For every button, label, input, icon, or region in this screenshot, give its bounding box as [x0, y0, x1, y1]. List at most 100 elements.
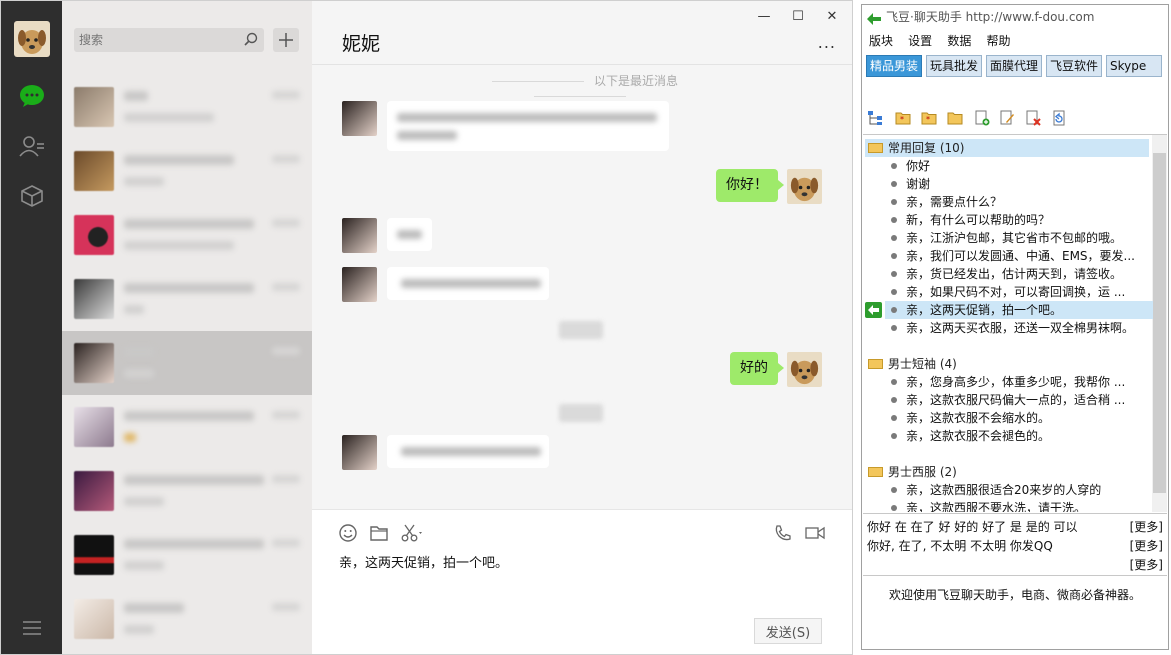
- search-input[interactable]: [74, 28, 224, 52]
- group-mens-tshirts[interactable]: 男士短袖 (4): [865, 355, 957, 373]
- assistant-titlebar: 飞豆·聊天助手 http://www.f-dou.com: [862, 5, 1168, 29]
- edit-group-icon[interactable]: *: [920, 109, 938, 127]
- reply-item[interactable]: 亲，江浙沪包邮，其它省市不包邮的哦。: [885, 229, 1153, 247]
- conversation-item[interactable]: [62, 459, 312, 523]
- edit-item-icon[interactable]: [998, 109, 1016, 127]
- insert-arrow-icon[interactable]: [865, 302, 882, 318]
- assistant-title: 飞豆·聊天助手 http://www.f-dou.com: [886, 10, 1095, 24]
- tab-feidou-software[interactable]: 飞豆软件: [1046, 55, 1103, 77]
- menu-blocks[interactable]: 版块: [869, 31, 893, 51]
- reply-text: 亲，这款衣服尺码偏大一点的，适合稍 ...: [906, 393, 1126, 407]
- tree-view-icon[interactable]: [866, 109, 884, 127]
- more-link[interactable]: [更多]: [1130, 537, 1163, 555]
- menu-help[interactable]: 帮助: [986, 31, 1010, 51]
- maximize-button[interactable]: ☐: [788, 7, 808, 27]
- reply-item[interactable]: 亲，这款衣服尺码偏大一点的，适合稍 ...: [885, 391, 1153, 409]
- favorites-icon[interactable]: [17, 181, 47, 211]
- conversation-item[interactable]: [62, 75, 312, 139]
- reply-item[interactable]: 亲，这两天买衣服，还送一双全棉男袜啊。: [885, 319, 1153, 337]
- contact-avatar: [74, 151, 114, 191]
- search-box[interactable]: [74, 28, 264, 52]
- reply-item[interactable]: 你好: [885, 157, 1153, 175]
- incoming-message[interactable]: [387, 218, 432, 251]
- reply-item[interactable]: 亲，这款西服很适合20来岁的人穿的: [885, 481, 1153, 499]
- tab-toy-wholesale[interactable]: 玩具批发: [926, 55, 983, 77]
- tab-mask-agent[interactable]: 面膜代理: [986, 55, 1043, 77]
- more-link[interactable]: [更多]: [1130, 518, 1163, 536]
- chat-pane: — ☐ ✕ 妮妮 ... 以下是最近消息 你好！ 好的 亲，这两天促销，拍一个吧…: [312, 1, 852, 654]
- reply-item-selected[interactable]: 亲，这两天促销，拍一个吧。: [885, 301, 1153, 319]
- minimize-button[interactable]: —: [754, 7, 774, 27]
- contact-avatar[interactable]: [342, 218, 377, 253]
- emoji-icon[interactable]: [339, 522, 357, 544]
- conversation-item[interactable]: [62, 587, 312, 651]
- conversation-item-selected[interactable]: [62, 331, 312, 395]
- add-chat-button[interactable]: [273, 28, 299, 52]
- close-button[interactable]: ✕: [822, 7, 842, 27]
- contact-avatar[interactable]: [342, 267, 377, 302]
- tab-skype[interactable]: Skype: [1106, 55, 1162, 77]
- reply-text: 亲，这两天促销，拍一个吧。: [906, 303, 1063, 317]
- contacts-icon[interactable]: [17, 131, 47, 161]
- quick-phrase-row[interactable]: 你好, 在了, 不太明 不太明 你发QQ: [867, 537, 1053, 555]
- menu-icon[interactable]: [17, 613, 47, 643]
- conversation-item[interactable]: [62, 267, 312, 331]
- folder-icon[interactable]: [370, 522, 388, 544]
- reply-text: 亲，江浙沪包邮，其它省市不包邮的哦。: [906, 231, 1123, 245]
- conversation-item[interactable]: [62, 523, 312, 587]
- reply-item[interactable]: 亲，我们可以发圆通、中通、EMS，要发...: [885, 247, 1153, 265]
- outgoing-message[interactable]: 好的: [730, 352, 784, 385]
- reply-item[interactable]: 新，有什么可以帮助的吗？: [885, 211, 1153, 229]
- composer-input[interactable]: 亲，这两天促销，拍一个吧。: [339, 552, 508, 571]
- conversation-item[interactable]: [62, 395, 312, 459]
- refresh-icon[interactable]: [1050, 109, 1068, 127]
- reply-text: 亲，这款西服不要水洗，请干洗。: [906, 501, 1087, 512]
- reply-text: 亲，这款衣服不会褪色的。: [906, 429, 1051, 443]
- quick-phrase-row[interactable]: 你好 在 在了 好 好的 好了 是 是的 可以: [867, 518, 1078, 536]
- outgoing-message[interactable]: 你好！: [716, 169, 784, 202]
- user-avatar[interactable]: [787, 352, 822, 387]
- search-icon[interactable]: [244, 32, 258, 50]
- scrollbar-thumb[interactable]: [1153, 153, 1166, 493]
- incoming-message[interactable]: [387, 101, 669, 151]
- new-group-icon[interactable]: *: [894, 109, 912, 127]
- more-options-button[interactable]: ...: [818, 33, 836, 52]
- reply-item[interactable]: 谢谢: [885, 175, 1153, 193]
- add-item-icon[interactable]: [973, 109, 991, 127]
- chat-icon[interactable]: [17, 81, 47, 111]
- voice-call-icon[interactable]: [774, 522, 792, 544]
- contact-avatar: [74, 407, 114, 447]
- folder-open-icon: [868, 143, 883, 153]
- message-composer[interactable]: 亲，这两天促销，拍一个吧。 发送(S): [312, 509, 852, 654]
- folder-icon[interactable]: [946, 109, 964, 127]
- menu-data[interactable]: 数据: [947, 31, 971, 51]
- contact-avatar[interactable]: [342, 101, 377, 136]
- folder-open-icon: [868, 359, 883, 369]
- incoming-message[interactable]: [387, 267, 549, 300]
- conversation-item[interactable]: [62, 139, 312, 203]
- group-common-replies[interactable]: 常用回复 (10): [865, 139, 1149, 157]
- contact-avatar[interactable]: [342, 435, 377, 470]
- user-avatar[interactable]: [14, 21, 50, 57]
- group-mens-suits[interactable]: 男士西服 (2): [865, 463, 957, 481]
- incoming-message[interactable]: [387, 435, 549, 468]
- reply-item[interactable]: 亲，需要点什么？: [885, 193, 1153, 211]
- tree-scrollbar[interactable]: [1152, 135, 1167, 512]
- reply-item[interactable]: 亲，这款衣服不会缩水的。: [885, 409, 1153, 427]
- reply-item[interactable]: 亲，货已经发出，估计两天到，请签收。: [885, 265, 1153, 283]
- menu-settings[interactable]: 设置: [908, 31, 932, 51]
- reply-item[interactable]: 亲，这款衣服不会褪色的。: [885, 427, 1153, 445]
- reply-item[interactable]: 亲，如果尺码不对，可以寄回调换，运 ...: [885, 283, 1153, 301]
- video-call-icon[interactable]: [805, 522, 825, 544]
- delete-item-icon[interactable]: [1024, 109, 1042, 127]
- group-label: 男士短袖 (4): [888, 357, 957, 371]
- more-link[interactable]: [更多]: [1130, 556, 1163, 574]
- conversation-item[interactable]: [62, 203, 312, 267]
- send-button[interactable]: 发送(S): [754, 618, 822, 644]
- user-avatar[interactable]: [787, 169, 822, 204]
- history-divider-label: 以下是最近消息: [593, 74, 678, 88]
- scissors-icon[interactable]: [401, 522, 425, 544]
- reply-item[interactable]: 亲，这款西服不要水洗，请干洗。: [885, 499, 1153, 512]
- tab-mens-clothing[interactable]: 精品男装: [866, 55, 923, 77]
- reply-item[interactable]: 亲，您身高多少，体重多少呢，我帮你 ...: [885, 373, 1153, 391]
